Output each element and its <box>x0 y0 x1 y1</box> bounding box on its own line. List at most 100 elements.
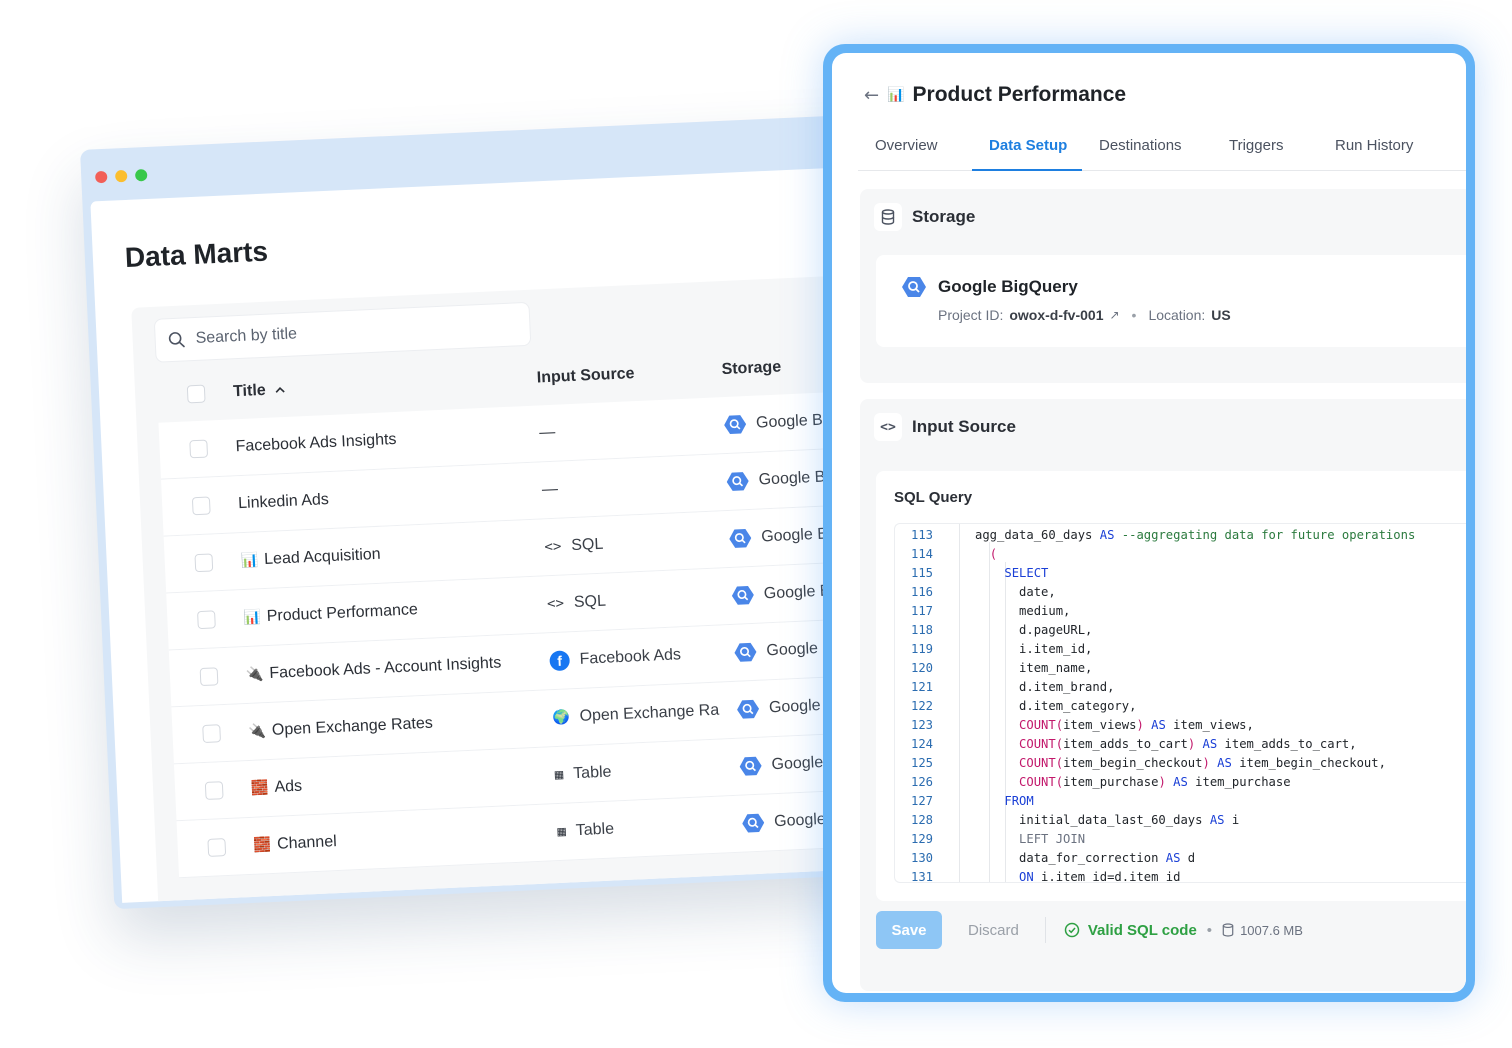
column-title-label: Title <box>232 381 267 401</box>
row-title-cell[interactable]: 📊 Product Performance <box>243 601 418 627</box>
row-emoji-icon: 🧱 <box>250 780 269 797</box>
code-line: 124 COUNT(item_adds_to_cart) AS item_add… <box>895 735 1466 754</box>
line-number: 127 <box>910 794 933 808</box>
code-text: date, <box>975 585 1056 599</box>
row-storage: Google Bi <box>734 637 837 664</box>
input-source-label: — <box>541 480 559 499</box>
storage-card[interactable]: Google BigQuery Project ID: owox-d-fv-00… <box>876 255 1466 347</box>
bigquery-icon <box>726 472 749 491</box>
line-number: 124 <box>910 737 933 751</box>
row-title-cell[interactable]: Facebook Ads Insights <box>235 431 397 456</box>
row-checkbox[interactable] <box>194 553 214 573</box>
code-lines: 113 agg_data_60_days AS --aggregating dat… <box>895 524 1466 882</box>
row-checkbox[interactable] <box>202 724 222 744</box>
row-title: Product Performance <box>266 601 419 625</box>
row-title-cell[interactable]: 🧱 Ads <box>251 778 303 798</box>
line-number: 113 <box>910 528 933 542</box>
row-title-cell[interactable]: 🔌 Open Exchange Rates <box>248 715 433 741</box>
row-checkbox[interactable] <box>199 667 219 687</box>
row-checkbox[interactable] <box>197 610 216 630</box>
line-number: 116 <box>910 585 933 599</box>
row-title-cell[interactable]: 🧱 Channel <box>253 833 337 855</box>
row-checkbox[interactable] <box>191 496 211 516</box>
select-all-checkbox[interactable] <box>186 384 206 404</box>
input-source-label: SQL <box>570 535 604 555</box>
input-source-label: Table <box>575 820 615 840</box>
row-input-source: <> SQL <box>544 536 604 557</box>
chevron-up-icon <box>275 387 285 393</box>
tab-run-history[interactable]: Run History <box>1318 131 1430 171</box>
save-button[interactable]: Save <box>876 911 942 949</box>
separator-dot: • <box>1131 307 1137 323</box>
search-icon <box>168 332 185 348</box>
line-number: 120 <box>910 661 933 675</box>
row-checkbox[interactable] <box>204 781 224 800</box>
row-title-cell[interactable]: Linkedin Ads <box>238 491 329 513</box>
bigquery-icon <box>902 277 926 297</box>
input-source-label: SQL <box>573 592 607 612</box>
project-id-value[interactable]: owox-d-fv-001 <box>1009 307 1103 323</box>
code-line: 120 item_name, <box>895 659 1466 678</box>
code-text: COUNT(item_purchase) AS item_purchase <box>1019 775 1291 789</box>
maximize-window-button[interactable] <box>134 168 148 182</box>
line-number: 119 <box>910 642 933 656</box>
database-icon <box>1222 923 1234 937</box>
tab-data-setup[interactable]: Data Setup <box>972 131 1082 171</box>
input-source-label: Facebook Ads <box>579 646 682 668</box>
input-source-label: Open Exchange Ra <box>579 701 720 725</box>
code-text: ( <box>989 547 998 561</box>
search-placeholder: Search by title <box>195 325 298 347</box>
sql-editor[interactable]: 113 agg_data_60_days AS --aggregating dat… <box>894 523 1466 883</box>
row-checkbox[interactable] <box>189 439 209 459</box>
separator-dot: • <box>1206 921 1213 939</box>
bigquery-icon <box>742 813 765 833</box>
line-number: 118 <box>910 623 933 637</box>
row-emoji-icon: 🧱 <box>253 837 272 854</box>
code-icon: <> <box>874 413 902 441</box>
storage-section: Storage Google BigQuery Project ID: owox… <box>860 189 1466 383</box>
line-number: 129 <box>910 832 933 846</box>
code-line: 114 ( <box>895 545 1466 564</box>
line-number: 121 <box>910 680 933 694</box>
editor-footer: Save Discard Valid SQL code • 1007.6 MB <box>876 911 1303 949</box>
minimize-window-button[interactable] <box>114 169 128 183</box>
row-title: Channel <box>276 833 338 853</box>
row-emoji-icon: 🔌 <box>245 666 264 684</box>
bigquery-icon <box>737 699 760 719</box>
page-title: Data Marts <box>124 235 269 274</box>
code-text: d.item_brand, <box>975 680 1115 694</box>
discard-button[interactable]: Discard <box>968 922 1019 939</box>
bigquery-icon <box>724 415 747 434</box>
input-source-icon: <> <box>544 538 562 556</box>
tab-triggers[interactable]: Triggers <box>1212 131 1318 171</box>
bigquery-icon <box>729 529 752 548</box>
input-source-icon: ▦ <box>557 823 567 841</box>
tab-bar: Overview Data Setup Destinations Trigger… <box>858 131 1466 171</box>
column-title[interactable]: Title <box>233 381 286 401</box>
tab-destinations[interactable]: Destinations <box>1082 131 1212 171</box>
row-input-source: — <box>539 424 556 443</box>
column-storage[interactable]: Storage <box>721 358 781 379</box>
storage-section-header: Storage <box>874 203 975 231</box>
code-line: 116 date, <box>895 583 1466 602</box>
column-input-source[interactable]: Input Source <box>536 365 634 387</box>
back-arrow-icon[interactable]: ← <box>864 85 879 106</box>
code-text: medium, <box>975 604 1071 618</box>
row-emoji-icon: 📊 <box>240 552 259 570</box>
row-input-source: <> SQL <box>547 593 607 614</box>
bar-chart-icon: 📊 <box>887 87 905 103</box>
code-line: 115 SELECT <box>895 564 1466 583</box>
row-title-cell[interactable]: 🔌 Facebook Ads - Account Insights <box>246 654 502 684</box>
row-title-cell[interactable]: 📊 Lead Acquisition <box>240 546 381 570</box>
bigquery-icon <box>734 642 757 662</box>
row-title: Lead Acquisition <box>263 545 382 569</box>
row-checkbox[interactable] <box>207 838 227 857</box>
external-link-icon[interactable]: ↗ <box>1109 308 1119 322</box>
search-input[interactable]: Search by title <box>153 301 532 363</box>
code-text: d.pageURL, <box>975 623 1093 637</box>
close-window-button[interactable] <box>94 170 108 184</box>
tab-overview[interactable]: Overview <box>858 131 972 171</box>
code-line: 128 initial_data_last_60_days AS i <box>895 811 1466 830</box>
bigquery-icon <box>739 756 762 776</box>
code-line: 129 LEFT JOIN <box>895 830 1466 849</box>
